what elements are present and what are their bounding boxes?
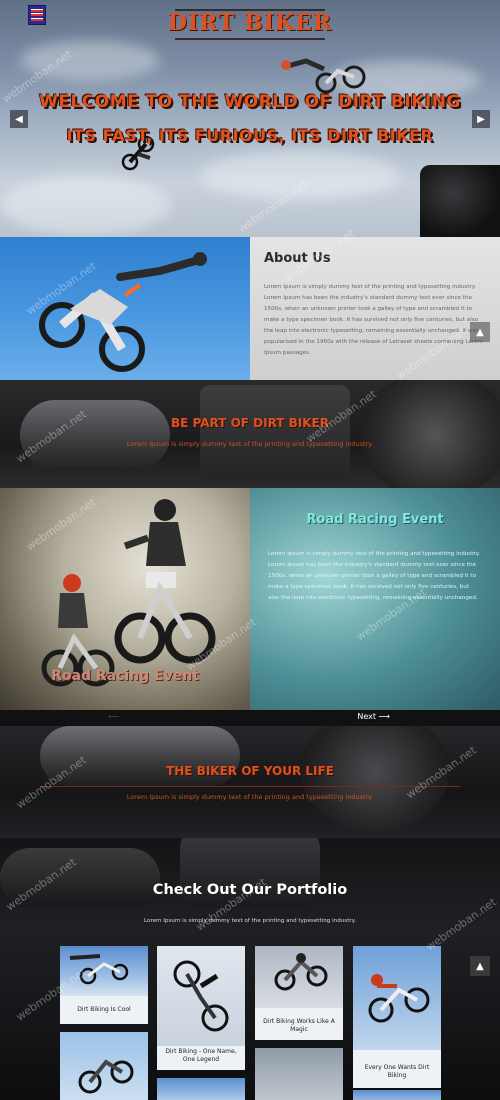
logo-divider: [175, 9, 325, 11]
racing-content: Road Racing Event Lorem Ipsum is simply …: [250, 488, 500, 710]
portfolio-thumbnail: [353, 946, 441, 1050]
racing-next-link[interactable]: Next ⟶: [357, 712, 390, 721]
portfolio-item[interactable]: Dirt Biking Works Like A Magic: [255, 946, 343, 1040]
stunt-bike-image: [39, 252, 207, 372]
portfolio-thumbnail: [255, 946, 343, 1008]
portfolio-item[interactable]: Every One Wants Dirt Biking: [353, 946, 441, 1088]
portfolio-title: Check Out Our Portfolio: [152, 882, 348, 898]
portfolio-item[interactable]: [157, 1078, 245, 1100]
dirt-bike-image: [274, 953, 328, 991]
portfolio-subtitle: Lorem Ipsum is simply dummy text of the …: [144, 918, 356, 924]
hero-headline: WELCOME TO THE WORLD OF DIRT BIKING: [39, 92, 461, 112]
be-part-title: BE PART OF DIRT BIKER: [171, 416, 329, 430]
logo-divider: [175, 38, 325, 40]
portfolio-section: Check Out Our Portfolio Lorem Ipsum is s…: [0, 838, 500, 1100]
racing-title: Road Racing Event: [306, 512, 444, 527]
portfolio-caption: Dirt Biking Is Cool: [77, 1006, 131, 1013]
cloud-decoration: [20, 40, 160, 80]
portfolio-item[interactable]: Dirt Biking Is Cool: [60, 946, 148, 1024]
about-image: [0, 237, 250, 380]
title-underline: [40, 786, 460, 787]
biker-life-subtitle: Lorem Ipsum is simply dummy text of the …: [126, 793, 374, 801]
portfolio-thumbnail: [255, 1048, 343, 1100]
motorcycle-wheel-image: [300, 726, 450, 831]
slider-prev-button[interactable]: ◀: [10, 110, 28, 128]
portfolio-item[interactable]: [255, 1048, 343, 1100]
cloud-decoration: [0, 175, 170, 235]
slider-next-button[interactable]: ▶: [472, 110, 490, 128]
engine-block-image: [200, 385, 350, 480]
scroll-up-button[interactable]: ▲: [470, 322, 490, 342]
portfolio-thumbnail: [353, 1090, 441, 1100]
racing-prev-link[interactable]: ⟵: [108, 712, 119, 721]
exhaust-pipe-image: [20, 400, 170, 470]
biker-life-section: THE BIKER OF YOUR LIFE Lorem Ipsum is si…: [0, 726, 500, 838]
dirt-bike-image: [69, 954, 129, 985]
portfolio-caption: Dirt Biking Works Like A Magic: [263, 1018, 335, 1033]
watermark: webmoban.net: [423, 895, 499, 954]
scroll-up-button[interactable]: ▲: [470, 956, 490, 976]
racing-image-caption: Road Racing Event: [51, 668, 199, 684]
racing-image: Road Racing Event: [0, 488, 250, 710]
motorcycle-engine-image: [360, 380, 500, 488]
hero-subheadline: ITS FAST, ITS FURIOUS, ITS DIRT BIKER: [66, 126, 434, 145]
about-section: About Us Lorem Ipsum is simply dummy tex…: [0, 227, 500, 382]
cloud-decoration: [200, 150, 400, 200]
portfolio-item[interactable]: [60, 1032, 148, 1100]
about-content: About Us Lorem Ipsum is simply dummy tex…: [250, 237, 500, 380]
portfolio-thumbnail: [60, 1032, 148, 1100]
about-paragraph: Lorem Ipsum is simply dummy text of the …: [264, 284, 483, 356]
dirt-bike-image: [368, 974, 430, 1023]
bike-seat-image: [420, 165, 500, 237]
portfolio-item[interactable]: Dirt Biking - One Name, One Legend: [157, 946, 245, 1070]
biker-life-title: THE BIKER OF YOUR LIFE: [166, 764, 334, 778]
exhaust-pipe-image: [0, 848, 160, 908]
road-racing-section: Road Racing Event Road Racing Event Lore…: [0, 488, 500, 710]
portfolio-caption: Dirt Biking - One Name, One Legend: [165, 1048, 237, 1063]
racing-paragraph: Lorem Ipsum is simply dummy text of the …: [268, 551, 480, 601]
portfolio-item[interactable]: [353, 1090, 441, 1100]
be-part-section: BE PART OF DIRT BIKER Lorem Ipsum is sim…: [0, 380, 500, 488]
dirt-bike-image: [173, 960, 229, 1032]
about-title: About Us: [264, 251, 331, 266]
portfolio-thumbnail: [157, 946, 245, 1046]
portfolio-thumbnail: [157, 1078, 245, 1100]
site-logo[interactable]: DIRT BIKER: [0, 10, 500, 36]
racing-slider-controls: ⟵ Next ⟶: [0, 710, 500, 726]
dirt-bike-image: [78, 1059, 134, 1094]
portfolio-thumbnail: [60, 946, 148, 996]
portfolio-caption: Every One Wants Dirt Biking: [364, 1064, 430, 1079]
be-part-subtitle: Lorem Ipsum is simply dummy text of the …: [126, 440, 374, 448]
stunt-rider-image: [281, 58, 366, 94]
hero-slider: DIRT BIKER WELCOME TO THE WORLD OF DIRT …: [0, 0, 500, 237]
